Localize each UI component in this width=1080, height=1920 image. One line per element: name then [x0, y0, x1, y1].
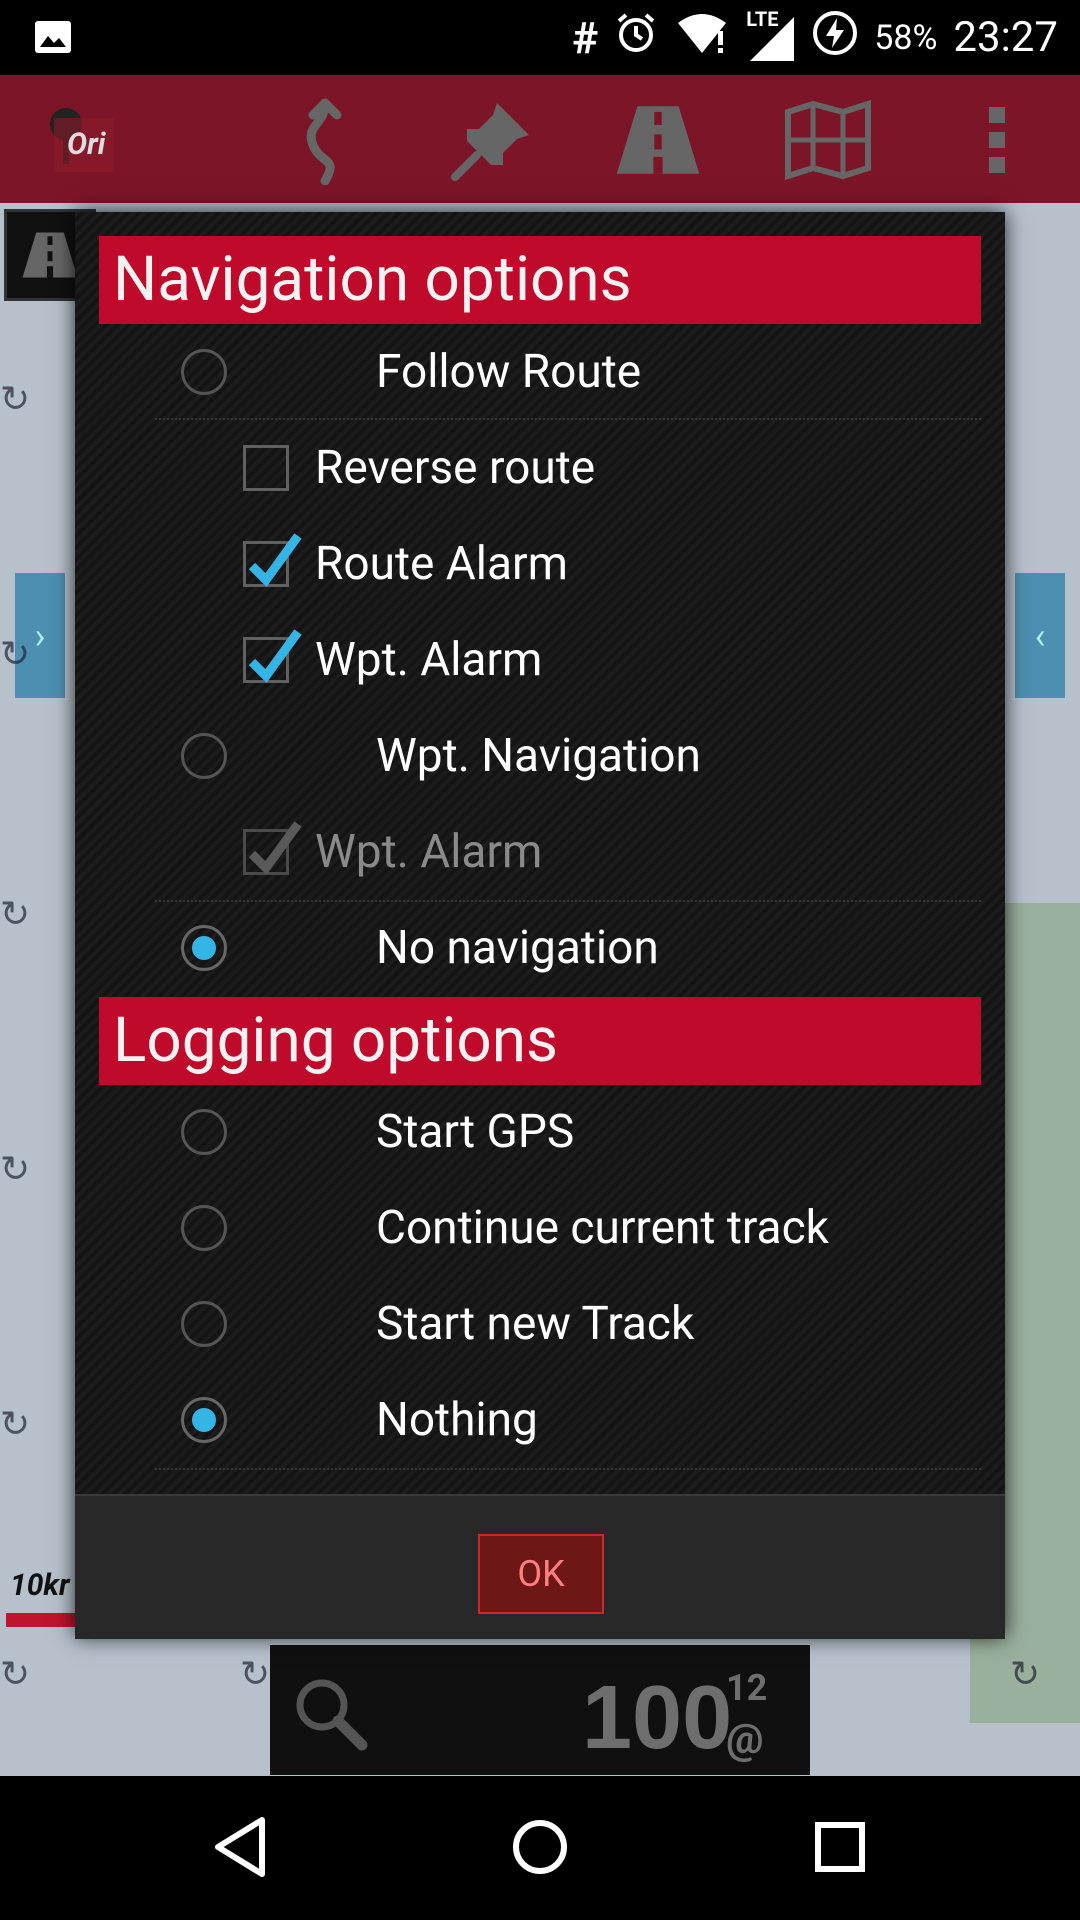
- wpt-alarm-option[interactable]: Wpt. Alarm: [75, 612, 1005, 708]
- no-navigation-option[interactable]: No navigation: [75, 900, 1005, 996]
- lte-signal-icon: LTE: [746, 7, 796, 63]
- wpt-alarm-disabled-label: Wpt. Alarm: [315, 825, 543, 879]
- clock: 23:27: [953, 13, 1058, 62]
- wpt-alarm-label: Wpt. Alarm: [315, 633, 543, 687]
- route-alarm-checkbox[interactable]: [243, 533, 302, 587]
- refresh-icon[interactable]: ↻: [1010, 1653, 1040, 1695]
- follow-route-radio[interactable]: [181, 349, 227, 395]
- overflow-menu-icon[interactable]: [952, 95, 1042, 185]
- nothing-radio[interactable]: [181, 1397, 227, 1443]
- wpt-alarm-disabled-checkbox: [243, 821, 302, 875]
- back-icon[interactable]: [205, 1812, 275, 1882]
- refresh-icon[interactable]: ↻: [0, 1148, 30, 1190]
- checkmark-icon: [248, 629, 302, 683]
- refresh-icon[interactable]: ↻: [0, 633, 30, 675]
- app-logo[interactable]: Ori: [35, 95, 125, 185]
- continue-track-label: Continue current track: [376, 1201, 829, 1255]
- checkmark-icon: [248, 821, 302, 875]
- right-panel-tab[interactable]: ‹: [1015, 573, 1065, 698]
- start-gps-label: Start GPS: [376, 1105, 575, 1159]
- speed-value: 100: [582, 1668, 733, 1768]
- start-new-track-label: Start new Track: [376, 1297, 695, 1351]
- route-alarm-label: Route Alarm: [315, 537, 568, 591]
- navigation-options-dialog: Navigation options Follow Route Reverse …: [75, 212, 1005, 1639]
- road-icon[interactable]: [613, 95, 703, 185]
- wpt-alarm-disabled-option: Wpt. Alarm: [75, 804, 1005, 900]
- gallery-notification-icon: [34, 20, 72, 54]
- reverse-route-checkbox[interactable]: [243, 445, 289, 491]
- refresh-icon[interactable]: ↻: [0, 1653, 30, 1695]
- continue-track-option[interactable]: Continue current track: [75, 1180, 1005, 1276]
- start-gps-option[interactable]: Start GPS: [75, 1084, 1005, 1180]
- system-navigation-bar: [0, 1776, 1080, 1920]
- follow-route-option[interactable]: Follow Route: [75, 324, 1005, 420]
- map-icon[interactable]: [783, 95, 873, 185]
- start-gps-radio[interactable]: [181, 1109, 227, 1155]
- checkmark-icon: [248, 533, 302, 587]
- logging-options-header: Logging options: [99, 997, 981, 1085]
- nothing-label: Nothing: [376, 1393, 538, 1447]
- continue-track-radio[interactable]: [181, 1205, 227, 1251]
- no-navigation-label: No navigation: [376, 921, 659, 975]
- start-new-track-radio[interactable]: [181, 1301, 227, 1347]
- start-new-track-option[interactable]: Start new Track: [75, 1276, 1005, 1372]
- search-icon[interactable]: [290, 1673, 370, 1757]
- reverse-route-option[interactable]: Reverse route: [75, 420, 1005, 516]
- refresh-icon[interactable]: ↻: [0, 893, 30, 935]
- no-navigation-radio[interactable]: [181, 925, 227, 971]
- app-toolbar: Ori: [0, 75, 1080, 203]
- hash-icon: #: [572, 11, 599, 64]
- recents-icon[interactable]: [805, 1812, 875, 1882]
- speed-superscript: 12: [726, 1667, 768, 1709]
- map-scale-label: 10kr: [10, 1568, 70, 1603]
- refresh-icon[interactable]: ↻: [0, 378, 30, 420]
- wpt-navigation-radio[interactable]: [181, 733, 227, 779]
- reverse-route-label: Reverse route: [315, 441, 596, 495]
- route-alarm-option[interactable]: Route Alarm: [75, 516, 1005, 612]
- status-bar: # LTE 58% 23:27: [0, 0, 1080, 75]
- nothing-option[interactable]: Nothing: [75, 1372, 1005, 1468]
- divider: [155, 1468, 981, 1470]
- dialog-footer: OK: [75, 1494, 1005, 1639]
- navigation-options-header: Navigation options: [99, 236, 981, 324]
- follow-route-label: Follow Route: [376, 345, 642, 399]
- wpt-navigation-label: Wpt. Navigation: [376, 729, 701, 783]
- map-scale-bar: [6, 1613, 76, 1627]
- battery-charging-icon: [812, 10, 858, 65]
- at-symbol: @: [726, 1715, 764, 1764]
- route-icon[interactable]: [280, 95, 370, 185]
- home-icon[interactable]: [505, 1812, 575, 1882]
- wifi-icon: [674, 11, 730, 64]
- waypoint-pin-icon[interactable]: [447, 95, 537, 185]
- refresh-icon[interactable]: ↻: [0, 1403, 30, 1445]
- bottom-info-panel: 100 12 @: [270, 1645, 810, 1775]
- battery-percent: 58%: [874, 17, 938, 58]
- wpt-alarm-checkbox[interactable]: [243, 629, 302, 683]
- ok-button[interactable]: OK: [478, 1534, 604, 1614]
- refresh-icon[interactable]: ↻: [240, 1653, 270, 1695]
- wpt-navigation-option[interactable]: Wpt. Navigation: [75, 708, 1005, 804]
- alarm-icon: [614, 11, 658, 64]
